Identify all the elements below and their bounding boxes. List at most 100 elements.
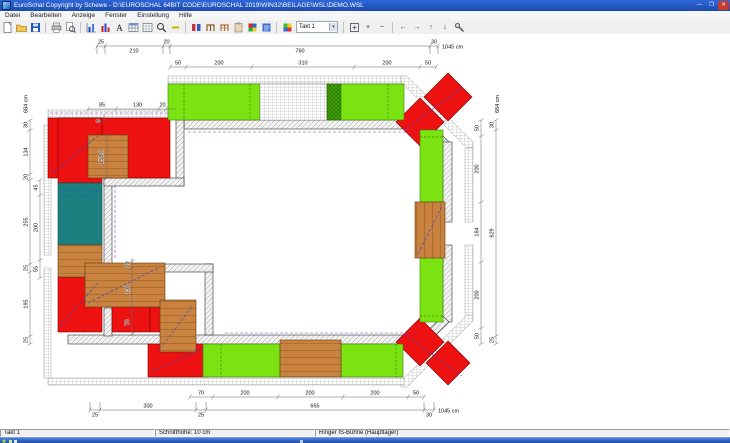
dim-label: 30: [24, 122, 30, 128]
formwork-plan-svg: 25 210 20 760 30 1045 cm 50 200 310 200 …: [0, 34, 730, 429]
menu-anzeige[interactable]: Anzeige: [67, 12, 101, 19]
close-button[interactable]: ✕: [718, 1, 729, 10]
title-bar[interactable]: EuroSchal Copyright by Schewe - D:\EUROS…: [0, 0, 730, 11]
menu-einstellung[interactable]: Einstellung: [132, 12, 174, 19]
stats-blue-icon-button[interactable]: [85, 21, 98, 33]
teal-panel-left[interactable]: [58, 183, 102, 245]
band-right-lower: [465, 245, 473, 318]
pan-left-button[interactable]: ←: [397, 21, 410, 33]
dim-label: 200: [305, 391, 314, 397]
formwork-cycle1-button[interactable]: [204, 21, 217, 33]
dim-label: 184: [475, 227, 481, 236]
green-panel-right-upper[interactable]: [420, 130, 443, 202]
maximize-button[interactable]: ❐: [706, 1, 717, 10]
taskbar-item[interactable]: [14, 440, 17, 443]
green-panel-bottom-1[interactable]: [203, 344, 280, 377]
zoom-out-button[interactable]: −: [376, 21, 389, 33]
new-file-button[interactable]: [1, 21, 14, 33]
chevron-down-icon[interactable]: ▾: [329, 23, 337, 31]
walkway-ladder-northwest[interactable]: [88, 135, 128, 178]
green-panel-top-2[interactable]: [341, 84, 404, 120]
dim-label: 200: [475, 290, 481, 299]
wall-northwest-vertical[interactable]: [176, 120, 184, 186]
dim-label: 760: [295, 49, 304, 55]
walkway-bottom[interactable]: [280, 340, 341, 377]
green-panel-top-1[interactable]: [168, 84, 260, 120]
dim-label: 55: [34, 266, 40, 272]
start-button-icon[interactable]: [2, 439, 6, 443]
pan-down-button[interactable]: ↓: [439, 21, 452, 33]
green-panel-bottom-2[interactable]: [341, 344, 403, 377]
dim-label: 30: [490, 122, 496, 128]
dim-label: 310: [298, 61, 307, 67]
text-tool-button[interactable]: A: [113, 21, 126, 33]
minimize-button[interactable]: —: [694, 1, 705, 10]
dim-label: 85: [99, 103, 105, 109]
dim-label: 50: [425, 61, 431, 67]
drawing-canvas[interactable]: 25 210 20 760 30 1045 cm 50 200 310 200 …: [0, 34, 730, 429]
save-button[interactable]: [29, 21, 42, 33]
grid-icon-button[interactable]: [141, 21, 154, 33]
status-bar: Takt 1 Schnitthöhe: 10 cm Ringer IS-Bühn…: [0, 429, 730, 437]
toolbar-separator: [80, 22, 81, 33]
wall-left-lower[interactable]: [104, 308, 112, 336]
scaffold-gap-top[interactable]: [260, 84, 327, 120]
dim-label: 25: [24, 265, 30, 271]
dim-label: 30: [426, 413, 432, 419]
takt-dropdown[interactable]: Takt 1 ▾: [296, 21, 338, 33]
formwork-cycle2-button[interactable]: [218, 21, 231, 33]
menu-fenster[interactable]: Fenster: [100, 12, 132, 19]
pan-right-button[interactable]: →: [411, 21, 424, 33]
dim-label: 45: [34, 184, 40, 190]
tools-wrench-button[interactable]: [453, 21, 466, 33]
application-window: EuroSchal Copyright by Schewe - D:\EUROS…: [0, 0, 730, 443]
clipboard-icon-button[interactable]: [232, 21, 245, 33]
dim-label: 300: [143, 404, 152, 410]
band-top: [168, 76, 404, 83]
measure-icon-button[interactable]: [190, 21, 203, 33]
dim-line: [96, 44, 440, 55]
dim-label: 200: [34, 223, 40, 232]
taskbar-item[interactable]: [300, 440, 303, 443]
takt-grid-icon[interactable]: [281, 21, 294, 33]
wall-northwest-horizontal[interactable]: [104, 178, 184, 186]
taskbar[interactable]: [0, 437, 730, 443]
wall-bottom[interactable]: [68, 335, 427, 344]
dim-label: 9: [96, 119, 102, 122]
status-takt: Takt 1: [0, 429, 155, 437]
panel-colors-icon-button[interactable]: [246, 21, 259, 33]
status-schnitthoehe: Schnitthöhe: 10 cm: [155, 429, 315, 437]
dim-label: 70: [198, 391, 204, 397]
menu-datei[interactable]: Datei: [0, 12, 25, 19]
open-folder-button[interactable]: [15, 21, 28, 33]
dim-label: 134: [24, 147, 30, 156]
menu-hilfe[interactable]: Hilfe: [174, 12, 197, 19]
dim-label: 25: [98, 40, 104, 46]
menu-bearbeiten[interactable]: Bearbeiten: [25, 12, 66, 19]
wall-top[interactable]: [184, 120, 427, 129]
dim-label: 50: [413, 391, 419, 397]
table-icon-button[interactable]: [127, 21, 140, 33]
print-button[interactable]: [50, 21, 63, 33]
zoom-in-button[interactable]: +: [362, 21, 375, 33]
dim-label: 200: [370, 391, 379, 397]
dim-label: 255: [24, 217, 30, 226]
pan-up-button[interactable]: ↑: [425, 21, 438, 33]
toolbar-separator: [392, 22, 393, 33]
taskbar-item[interactable]: [9, 440, 12, 443]
zoom-lens-button[interactable]: [155, 21, 168, 33]
notes-icon-button[interactable]: [260, 21, 273, 33]
fit-view-button[interactable]: [348, 21, 361, 33]
dim-label: 50: [475, 333, 481, 339]
wall-left-upper[interactable]: [104, 178, 112, 272]
dim-label: 200: [475, 164, 481, 173]
dim-label-ladder: 158.8: [99, 150, 105, 164]
print-preview-button[interactable]: [64, 21, 77, 33]
dim-total-label: 684 cm: [495, 95, 501, 113]
stats-columns-icon-button[interactable]: [99, 21, 112, 33]
dim-total-label: 1045 cm: [442, 45, 464, 51]
yellow-dash-icon[interactable]: [169, 21, 182, 33]
dim-label: 50: [475, 125, 481, 131]
wall-divider-vertical[interactable]: [205, 264, 213, 335]
toolbar-separator: [45, 22, 46, 33]
